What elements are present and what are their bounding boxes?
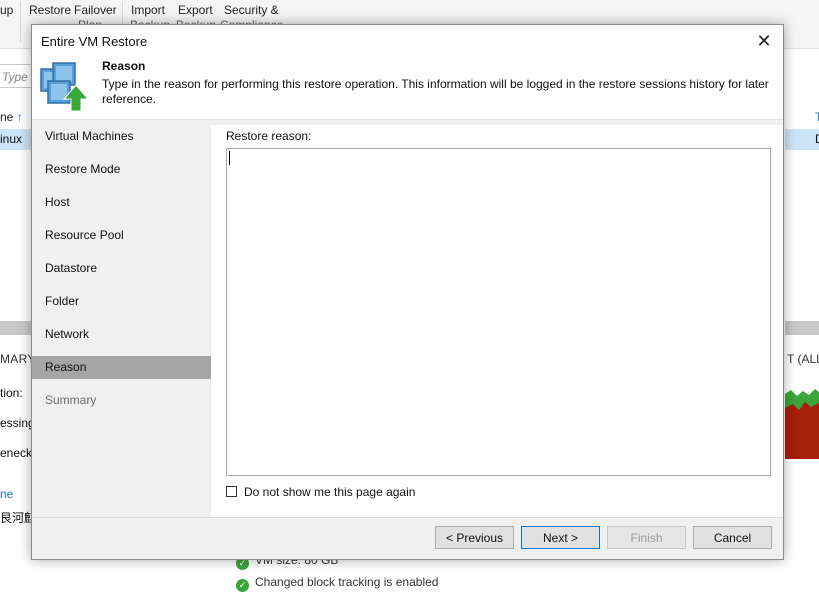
sort-up-icon: ↑ [16,110,23,124]
nav-step-network[interactable]: Network [32,323,211,346]
nav-step-resource-pool[interactable]: Resource Pool [32,224,211,247]
dialog-footer: < Previous Next > Finish Cancel [32,517,783,559]
ribbon-item-up[interactable]: up [0,3,13,17]
background-column-header-right[interactable]: T [815,110,819,124]
next-button[interactable]: Next > [521,526,600,549]
nav-step-summary: Summary [45,393,97,407]
ribbon-export-button[interactable]: Export [178,3,213,17]
background-splitter[interactable] [0,321,32,335]
background-column-header-label: ne [0,110,14,124]
cancel-button[interactable]: Cancel [693,526,772,549]
background-table-row-right[interactable]: D [785,129,819,150]
ribbon-security-button[interactable]: Security & [224,3,279,17]
restore-reason-textarea[interactable] [226,148,771,476]
ribbon-failover-button[interactable]: Failover [74,3,117,17]
dialog-title: Entire VM Restore [41,34,148,49]
ribbon-separator [20,2,21,42]
background-check-item: ✓ Changed block tracking is enabled [236,575,438,592]
entire-vm-restore-dialog: Entire VM Restore ✕ Reason Type in the r… [31,24,784,560]
finish-button: Finish [607,526,686,549]
nav-step-reason[interactable]: Reason [32,356,211,379]
content-top-strip [211,120,783,125]
restore-reason-label: Restore reason: [226,129,312,143]
nav-step-restore-mode[interactable]: Restore Mode [32,158,211,181]
check-item-label: Changed block tracking is enabled [255,575,439,589]
nav-step-host[interactable]: Host [32,191,211,214]
background-link[interactable]: ne [0,487,13,501]
step-header-description: Type in the reason for performing this r… [102,77,769,106]
nav-step-datastore[interactable]: Datastore [32,257,211,280]
step-header-title: Reason [102,59,146,73]
background-detail-line: essing [0,416,35,430]
close-icon[interactable]: ✕ [751,29,777,53]
background-summary-right: T (ALL T [787,352,819,366]
background-splitter-right[interactable] [785,321,819,335]
background-detail-line: tion: [0,386,23,400]
dont-show-again-checkbox[interactable] [226,486,237,497]
ribbon-import-button[interactable]: Import [131,3,165,17]
background-area-chart [785,386,819,459]
chart-area-red [785,402,819,459]
dont-show-again-label[interactable]: Do not show me this page again [244,485,415,499]
nav-step-folder[interactable]: Folder [32,290,211,313]
background-search-input[interactable]: Type [0,64,34,88]
ribbon-restore-button[interactable]: Restore [29,3,71,17]
wizard-steps-nav: Virtual Machines Restore Mode Host Resou… [32,120,211,517]
nav-step-virtual-machines[interactable]: Virtual Machines [32,125,211,148]
background-table-row[interactable]: inux [0,129,32,150]
previous-button[interactable]: < Previous [435,526,514,549]
background-detail-line: eneck [0,446,33,460]
text-caret [229,151,230,165]
restore-vm-icon [40,62,88,111]
background-column-header[interactable]: ne ↑ [0,110,23,124]
